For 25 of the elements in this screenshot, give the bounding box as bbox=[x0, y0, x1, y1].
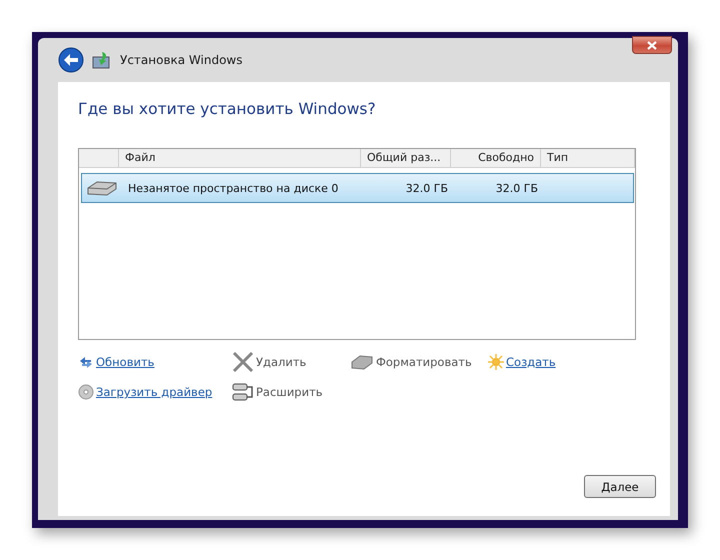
table-cell-text: 32.0 ГБ bbox=[404, 182, 449, 194]
drive-icon bbox=[86, 179, 118, 197]
disc-icon bbox=[78, 384, 94, 400]
close-button[interactable] bbox=[632, 36, 672, 54]
x-cross-icon bbox=[232, 352, 254, 372]
column-header[interactable]: Тип bbox=[541, 149, 635, 167]
page-heading: Где вы хотите установить Windows? bbox=[78, 100, 377, 118]
refresh-arrows-icon bbox=[78, 355, 94, 369]
next-button[interactable]: Далее bbox=[584, 475, 656, 498]
column-header[interactable]: Общий раз... bbox=[361, 149, 451, 167]
drive-icon bbox=[350, 354, 374, 370]
sun-burst-icon bbox=[488, 354, 504, 370]
close-icon bbox=[647, 40, 657, 50]
setup-icon bbox=[92, 51, 112, 69]
drives-arrow-icon bbox=[232, 382, 254, 402]
column-header[interactable]: Файл bbox=[119, 149, 361, 167]
partition-row[interactable]: Незанятое пространство на диске 0 32.0 ГБ 32.0 ГБ bbox=[81, 173, 634, 203]
action-link[interactable]: Загрузить драйвер bbox=[96, 385, 212, 399]
table-cell-text: 32.0 ГБ bbox=[494, 182, 539, 194]
back-button[interactable] bbox=[58, 47, 84, 73]
table-cell-text: Незанятое пространство на диске 0 bbox=[127, 182, 340, 194]
window-title: Установка Windows bbox=[120, 53, 242, 67]
action-link[interactable]: Обновить bbox=[96, 355, 154, 369]
column-header[interactable]: Свободно bbox=[451, 149, 541, 167]
action-link[interactable]: Создать bbox=[506, 355, 556, 369]
